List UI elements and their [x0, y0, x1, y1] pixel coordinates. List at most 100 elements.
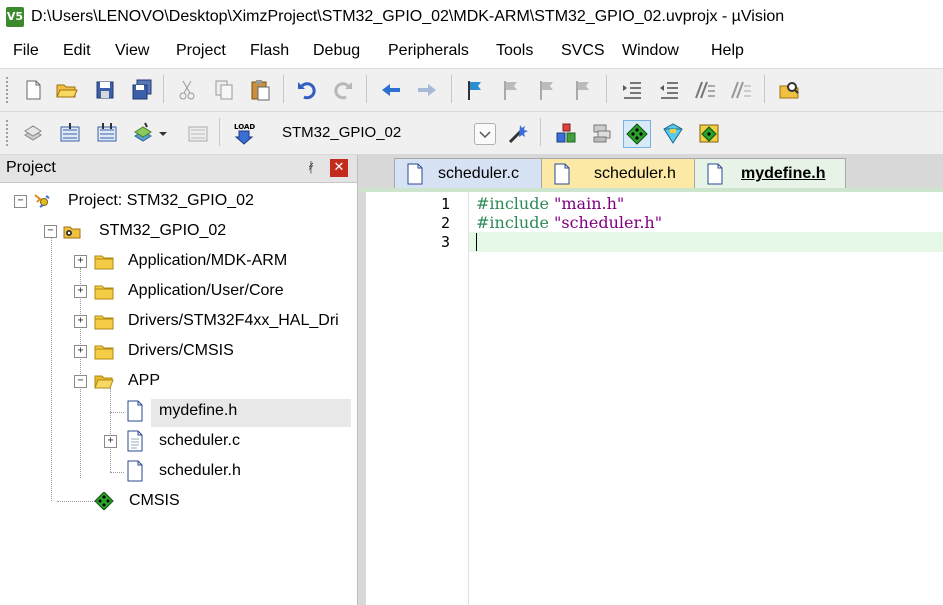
indent-icon[interactable] [619, 77, 645, 103]
tree-item-group[interactable]: + Drivers/CMSIS [0, 337, 357, 365]
save-icon[interactable] [92, 77, 118, 103]
tree-item-file[interactable]: scheduler.h [0, 457, 357, 485]
menu-view[interactable]: View [115, 42, 149, 60]
target-select-value: STM32_GPIO_02 [282, 124, 402, 141]
undo-icon[interactable] [294, 77, 320, 103]
chevron-down-icon[interactable] [474, 123, 496, 145]
uvision-app-icon: V5 [6, 7, 24, 27]
next-bookmark-icon[interactable] [534, 77, 560, 103]
cut-icon[interactable] [174, 77, 200, 103]
stop-build-icon[interactable] [185, 120, 211, 146]
pin-icon[interactable]: ᚯ [302, 159, 320, 177]
menu-bar: File Edit View Project Flash Debug Perip… [0, 36, 943, 69]
toolbar-separator [540, 118, 541, 146]
rebuild-icon[interactable] [94, 120, 120, 146]
build-icon[interactable] [57, 120, 83, 146]
download-icon[interactable]: LOAD [231, 120, 257, 146]
copy-icon[interactable] [211, 77, 237, 103]
include-string: "scheduler.h" [554, 213, 663, 232]
clear-bookmarks-icon[interactable] [570, 77, 596, 103]
group-label: Application/MDK-ARM [128, 252, 288, 269]
open-folder-icon [94, 372, 114, 390]
current-line-highlight [469, 232, 943, 252]
tree-item-cmsis[interactable]: CMSIS [0, 487, 357, 515]
menu-debug[interactable]: Debug [313, 42, 360, 60]
file-extensions-icon[interactable] [553, 120, 579, 146]
project-panel-title: Project [6, 159, 56, 176]
header-file-icon [126, 460, 144, 482]
line-number: 1 [440, 195, 450, 213]
comment-icon[interactable] [692, 77, 718, 103]
uncomment-icon[interactable] [728, 77, 754, 103]
toolbar-grip[interactable] [6, 120, 11, 146]
navigate-forward-icon[interactable] [414, 77, 440, 103]
menu-tools[interactable]: Tools [496, 42, 533, 60]
navigate-back-icon[interactable] [378, 77, 404, 103]
menu-window[interactable]: Window [622, 42, 679, 60]
toolbar-grip[interactable] [6, 77, 11, 103]
tree-item-target[interactable]: − STM32_GPIO_02 [0, 217, 357, 245]
title-bar: V5 D:\Users\LENOVO\Desktop\XimzProject\S… [0, 0, 943, 36]
prev-bookmark-icon[interactable] [498, 77, 524, 103]
menu-peripherals[interactable]: Peripherals [388, 42, 469, 60]
menu-help[interactable]: Help [711, 42, 744, 60]
tree-item-file[interactable]: mydefine.h [0, 397, 357, 425]
toolbar-separator [366, 75, 367, 103]
batch-build-dropdown-icon[interactable] [156, 120, 170, 146]
translate-icon[interactable] [20, 120, 46, 146]
tab-scheduler-h[interactable]: scheduler.h [541, 158, 695, 189]
tab-scheduler-c[interactable]: scheduler.c [394, 158, 542, 189]
header-file-icon [126, 400, 144, 422]
menu-flash[interactable]: Flash [250, 42, 289, 60]
pack-installer-icon[interactable] [696, 120, 722, 146]
expand-icon[interactable]: + [74, 345, 87, 358]
batch-build-icon[interactable] [130, 120, 156, 146]
select-software-packs-icon[interactable] [660, 120, 686, 146]
tree-item-group[interactable]: + Drivers/STM32F4xx_HAL_Dri [0, 307, 357, 335]
file-label: scheduler.h [159, 462, 241, 479]
expand-icon[interactable]: + [104, 435, 117, 448]
toolbar-separator [163, 75, 164, 103]
tree-item-group-app[interactable]: − APP [0, 367, 357, 395]
code-editor[interactable]: 1 2 3 #include "main.h" #include "schedu… [366, 192, 943, 605]
project-panel-header: Project ᚯ ✕ [0, 155, 357, 183]
collapse-icon[interactable]: − [74, 375, 87, 388]
target-options-icon[interactable] [505, 120, 531, 146]
unindent-icon[interactable] [656, 77, 682, 103]
new-file-icon[interactable] [20, 77, 46, 103]
expand-icon[interactable]: + [74, 315, 87, 328]
editor-area: scheduler.c scheduler.h mydefine.h 1 2 3… [358, 155, 943, 605]
menu-svcs[interactable]: SVCS [561, 42, 605, 60]
collapse-icon[interactable]: − [44, 225, 57, 238]
target-select[interactable]: STM32_GPIO_02 [276, 120, 496, 146]
source-file-icon [405, 163, 425, 185]
editor-tab-bar: scheduler.c scheduler.h mydefine.h [358, 155, 943, 189]
tab-label: mydefine.h [741, 165, 826, 182]
window-title: D:\Users\LENOVO\Desktop\XimzProject\STM3… [31, 8, 785, 25]
menu-edit[interactable]: Edit [63, 42, 91, 60]
target-label: STM32_GPIO_02 [99, 222, 227, 239]
folder-icon [94, 252, 114, 270]
tree-item-group[interactable]: + Application/MDK-ARM [0, 247, 357, 275]
paste-icon[interactable] [247, 77, 273, 103]
menu-file[interactable]: File [13, 42, 39, 60]
save-all-icon[interactable] [129, 77, 155, 103]
find-in-files-icon[interactable] [776, 77, 802, 103]
collapse-icon[interactable]: − [14, 195, 27, 208]
open-folder-icon[interactable] [53, 77, 79, 103]
file-label: scheduler.c [159, 432, 240, 449]
tree-item-file[interactable]: + scheduler.c [0, 427, 357, 455]
redo-icon[interactable] [330, 77, 356, 103]
tree-item-group[interactable]: + Application/User/Core [0, 277, 357, 305]
tree-item-project-root[interactable]: − Project: STM32_GPIO_02 [0, 187, 357, 215]
manage-run-time-environment-icon[interactable] [623, 120, 651, 148]
menu-project[interactable]: Project [176, 42, 226, 60]
bookmark-icon[interactable] [462, 77, 488, 103]
folder-icon [94, 312, 114, 330]
expand-icon[interactable]: + [74, 255, 87, 268]
file-label: mydefine.h [159, 402, 238, 419]
manage-components-icon[interactable] [589, 120, 615, 146]
expand-icon[interactable]: + [74, 285, 87, 298]
tab-mydefine-h[interactable]: mydefine.h [694, 158, 846, 189]
close-icon[interactable]: ✕ [330, 159, 348, 177]
